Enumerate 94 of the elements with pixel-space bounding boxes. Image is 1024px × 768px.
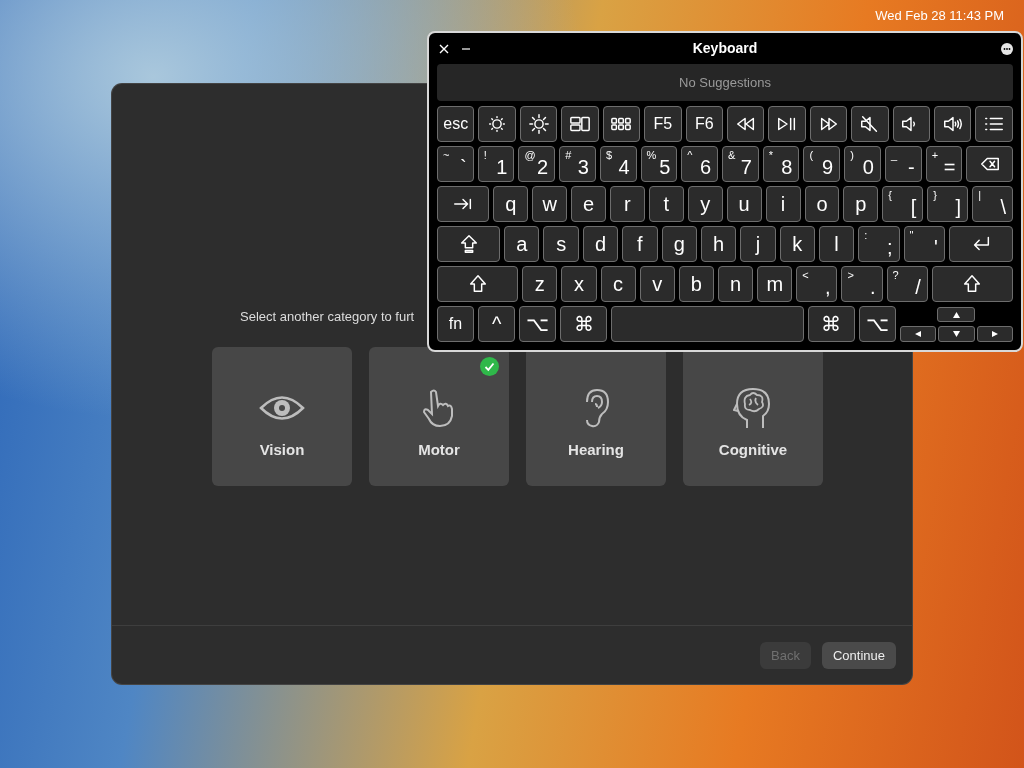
- keyboard-key[interactable]: [437, 186, 490, 222]
- continue-button[interactable]: Continue: [821, 641, 896, 669]
- keyboard-key[interactable]: k: [779, 226, 815, 262]
- keyboard-key[interactable]: ? /: [886, 266, 928, 302]
- keyboard-key[interactable]: $ 4: [599, 146, 637, 182]
- keyboard-key[interactable]: [437, 226, 501, 262]
- up-triangle-icon: [953, 311, 960, 318]
- keyboard-key[interactable]: { [: [882, 186, 924, 222]
- keyboard-key[interactable]: m: [757, 266, 793, 302]
- arrow-key[interactable]: [938, 326, 975, 342]
- prompt-text: Select another category to furt: [239, 308, 415, 326]
- head-brain-icon: [733, 386, 773, 430]
- keyboard-key[interactable]: p: [843, 186, 879, 222]
- keyboard-key[interactable]: ^: [478, 306, 516, 342]
- keyboard-key[interactable]: h: [700, 226, 737, 262]
- keyboard-key[interactable]: a: [504, 226, 540, 262]
- keyboard-key[interactable]: z: [522, 266, 558, 302]
- keyboard-key[interactable]: l: [818, 226, 855, 262]
- options-icon[interactable]: [1001, 42, 1013, 55]
- keyboard-key[interactable]: g: [661, 226, 697, 262]
- keyboard-key[interactable]: @2: [518, 146, 556, 182]
- keyboard-key[interactable]: u: [726, 186, 762, 222]
- keyboard-key[interactable]: ⌥: [519, 306, 557, 342]
- keyboard-key[interactable]: } ]: [927, 186, 969, 222]
- suggestions-text: No Suggestions: [679, 75, 771, 90]
- keyboard-key[interactable]: F6: [685, 106, 723, 142]
- keyboard-key[interactable]: [934, 106, 972, 142]
- keyboard-key[interactable]: ~ `: [437, 146, 474, 182]
- space-bar[interactable]: [611, 306, 805, 342]
- keyboard-key[interactable]: # 3: [559, 146, 596, 182]
- keyboard-key[interactable]: v: [639, 266, 675, 302]
- down-triangle-icon: [953, 331, 960, 337]
- keyboard-key[interactable]: < ,: [796, 266, 838, 302]
- arrow-key[interactable]: [899, 326, 937, 342]
- keyboard-key[interactable]: j: [740, 226, 776, 262]
- keyboard-key[interactable]: [561, 106, 599, 142]
- right-triangle-icon: [991, 331, 999, 337]
- arrow-key[interactable]: [976, 326, 1013, 342]
- keyboard-key[interactable]: ) 0: [844, 146, 881, 182]
- keyboard-key[interactable]: [768, 106, 806, 142]
- keyboard-key[interactable]: y: [687, 186, 723, 222]
- category-card[interactable]: Motor: [369, 347, 509, 486]
- keyboard-key[interactable]: t: [648, 186, 684, 222]
- keyboard-key[interactable]: [892, 106, 931, 142]
- keyboard-key[interactable]: q: [493, 186, 529, 222]
- keyboard-key[interactable]: i: [765, 186, 801, 222]
- arrow-key[interactable]: [937, 307, 976, 322]
- keyboard-key[interactable]: r: [610, 186, 645, 222]
- keyboard-key[interactable]: esc: [437, 106, 475, 142]
- keyboard-key[interactable]: s: [543, 226, 579, 262]
- keyboard-key[interactable]: x: [561, 266, 597, 302]
- keyboard-key[interactable]: %5: [640, 146, 678, 182]
- keyboard-key[interactable]: [726, 106, 765, 142]
- keyboard-key[interactable]: _ -: [884, 146, 922, 182]
- keyboard-key[interactable]: F5: [644, 106, 682, 142]
- keyboard-key[interactable]: [519, 106, 558, 142]
- keyboard-key[interactable]: | \: [972, 186, 1014, 222]
- keyboard-key[interactable]: ⌥: [858, 306, 896, 342]
- keyboard-key[interactable]: f: [622, 226, 658, 262]
- keyboard-key[interactable]: [948, 226, 1013, 262]
- keyboard-key[interactable]: [809, 106, 848, 142]
- keyboard-key[interactable]: + =: [925, 146, 963, 182]
- keyboard-key[interactable]: c: [600, 266, 636, 302]
- keyboard-key[interactable]: ! 1: [477, 146, 515, 182]
- keyboard-key[interactable]: o: [804, 186, 840, 222]
- keyboard-key[interactable]: [602, 106, 641, 142]
- left-triangle-icon: [914, 331, 922, 337]
- keyboard-key[interactable]: * 8: [762, 146, 800, 182]
- keyboard-key[interactable]: b: [678, 266, 714, 302]
- keyboard-key[interactable]: ⌘: [560, 306, 608, 342]
- keyboard-key[interactable]: [478, 106, 516, 142]
- keyboard-key[interactable]: [931, 266, 1013, 302]
- close-icon[interactable]: [439, 43, 449, 54]
- keyboard-key[interactable]: fn: [437, 306, 475, 342]
- keyboard-key[interactable]: : ;: [858, 226, 900, 262]
- keyboard-key[interactable]: ^ 6: [681, 146, 719, 182]
- category-card[interactable]: Vision: [212, 347, 352, 486]
- keyboard-key[interactable]: & 7: [722, 146, 759, 182]
- keyboard-key[interactable]: " ': [903, 226, 945, 262]
- keyboard-key[interactable]: ⌘: [808, 306, 855, 342]
- pointing-hand-icon: [422, 388, 456, 428]
- keyboard-key[interactable]: [851, 106, 889, 142]
- eye-icon: [259, 393, 305, 423]
- keyboard-key[interactable]: > .: [841, 266, 883, 302]
- keyboard-key[interactable]: [966, 146, 1013, 182]
- keyboard-key[interactable]: e: [571, 186, 606, 222]
- keyboard-key[interactable]: d: [582, 226, 619, 262]
- sun-icon: [527, 113, 550, 135]
- keyboard-key[interactable]: n: [718, 266, 754, 302]
- keyboard-key[interactable]: ( 9: [803, 146, 841, 182]
- keyboard-key[interactable]: w: [532, 186, 568, 222]
- window-title: Keyboard: [692, 39, 758, 58]
- keyboard-key[interactable]: [437, 266, 519, 302]
- keyboard-key[interactable]: [975, 106, 1013, 142]
